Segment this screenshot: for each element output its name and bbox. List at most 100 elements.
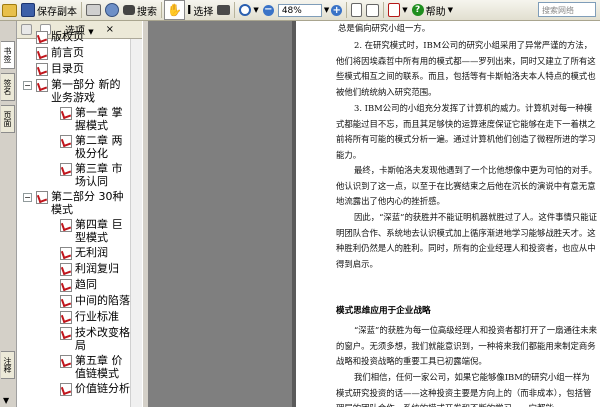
bookmark-label: 第五章 价值链模式 xyxy=(75,354,123,380)
document-text: 总是偏向研究小组一方。 xyxy=(338,23,431,33)
chevron-down-icon: ▼ xyxy=(402,6,408,14)
bookmark-item[interactable]: 第一章 掌握模式 xyxy=(17,106,142,132)
help-icon: ? xyxy=(411,4,424,16)
web-search-input[interactable]: 搜索网络 xyxy=(538,2,596,17)
zoom-in-button[interactable]: + xyxy=(329,1,344,19)
select-tool-button[interactable]: I 选择 xyxy=(185,1,215,19)
bookmark-item[interactable]: 技术改变格局 xyxy=(17,326,142,352)
fit-width-button[interactable] xyxy=(364,1,381,19)
toolbar-divider xyxy=(81,2,82,18)
document-paragraph: “深蓝”的获胜为每一位高级经理人和投资者都打开了一扇通往未来的窗户。无须多想，我… xyxy=(336,325,598,367)
document-paragraph: 因此，“深蓝”的获胜并不能证明机器就胜过了人。这件事情只能证明团队合作、系统地去… xyxy=(336,212,598,269)
bookmark-icon xyxy=(36,63,48,76)
zoom-level-field[interactable]: 48% xyxy=(277,3,322,17)
create-pdf-button[interactable]: ▼ xyxy=(386,1,409,19)
toolbar-divider xyxy=(383,2,385,18)
bookmark-label: 第二章 两极分化 xyxy=(75,134,123,160)
bookmark-item[interactable]: 趋同 xyxy=(17,278,142,292)
tab-comments[interactable]: 注释 xyxy=(1,351,15,379)
pdf-document-icon xyxy=(388,3,401,17)
search-button[interactable]: 搜索 xyxy=(121,1,159,19)
bookmark-tree: 版权页前言页目录页 − 第一部分 新的业务游戏 第一章 掌握模式 第二章 两极分化 第三章… xyxy=(17,30,142,396)
bookmark-item[interactable]: 行业标准 xyxy=(17,310,142,324)
bookmark-item[interactable]: 无利润 xyxy=(17,246,142,260)
bookmark-icon xyxy=(60,163,72,176)
tab-bookmarks[interactable]: 书签 xyxy=(1,41,15,69)
hand-tool-button[interactable]: ✋ xyxy=(164,0,185,20)
print-button[interactable] xyxy=(84,1,103,19)
bookmark-label: 利润复归 xyxy=(75,262,119,275)
text-cursor-icon: I xyxy=(186,3,192,17)
bookmark-icon xyxy=(60,135,72,148)
bookmark-icon xyxy=(36,79,48,92)
bookmark-item[interactable]: − 第二部分 30种模式 xyxy=(17,190,142,216)
bookmark-icon xyxy=(60,311,72,324)
toolbar-divider xyxy=(234,2,236,18)
bookmark-label: 无利润 xyxy=(75,246,108,259)
zoom-out-button[interactable]: − xyxy=(261,1,276,19)
magnifier-icon xyxy=(239,4,252,16)
bookmark-item[interactable]: 第二章 两极分化 xyxy=(17,134,142,160)
bookmark-item[interactable]: 第三章 市场认同 xyxy=(17,162,142,188)
bookmark-label: 版权页 xyxy=(51,30,84,43)
bookmark-item[interactable]: 第五章 价值链模式 xyxy=(17,354,142,380)
tab-signatures[interactable]: 签名 xyxy=(1,73,15,101)
help-button[interactable]: ? 帮助 ▼ xyxy=(410,1,455,19)
plus-circle-icon: + xyxy=(331,4,343,16)
bookmark-icon xyxy=(60,263,72,276)
save-copy-button[interactable]: 保存副本 xyxy=(19,1,79,19)
page-icon xyxy=(351,3,363,17)
bookmark-item[interactable]: 目录页 xyxy=(17,62,142,76)
collapse-icon[interactable]: − xyxy=(23,193,32,202)
bookmark-item[interactable]: 中间的陷落 xyxy=(17,294,142,308)
collapse-icon[interactable]: − xyxy=(23,81,32,90)
bookmark-item[interactable]: 价值链分析 xyxy=(17,382,142,396)
bookmark-icon xyxy=(60,295,72,308)
zoom-tool-button[interactable]: ▼ xyxy=(237,1,260,19)
bookmark-label: 第一部分 新的业务游戏 xyxy=(51,78,121,104)
bookmark-icon xyxy=(36,191,48,204)
select-label: 选择 xyxy=(193,6,214,18)
bookmark-label: 行业标准 xyxy=(75,310,119,323)
document-paragraph: 2. 在研究模式时，IBM公司的研究小组采用了异常严谨的方法，他们将因埃森哲中所… xyxy=(336,40,596,97)
save-copy-label: 保存副本 xyxy=(37,6,77,18)
floppy-disk-icon xyxy=(21,3,35,17)
panel-scrollbar[interactable] xyxy=(130,39,142,407)
bookmark-icon xyxy=(60,107,72,120)
bookmarks-panel: 选项 ▼ × 版权页 前言页 目录页 − 第一部分 新的业务游戏 第一章 掌握模式 第二章 … xyxy=(17,21,143,407)
snapshot-button[interactable] xyxy=(215,1,232,19)
bookmark-label: 前言页 xyxy=(51,46,84,59)
bookmark-label: 第四章 巨型模式 xyxy=(75,218,123,244)
printer-icon xyxy=(86,4,101,16)
bookmark-item[interactable]: 利润复归 xyxy=(17,262,142,276)
bookmark-item[interactable]: 版权页 xyxy=(17,30,142,44)
document-paragraph: 最终，卡斯帕洛夫发现他遇到了一个比他想像中更为可怕的对手。他认识到了这一点，以至… xyxy=(336,165,597,207)
scroll-down-icon[interactable]: ▼ xyxy=(3,396,9,405)
bookmark-icon xyxy=(36,31,48,44)
email-button[interactable] xyxy=(103,1,121,19)
camera-icon xyxy=(217,5,231,15)
email-icon xyxy=(105,3,119,17)
navigation-tab-strip: 书签 签名 页面 注释 ▼ xyxy=(0,21,17,407)
bookmark-label: 第三章 市场认同 xyxy=(75,162,123,188)
bookmark-item[interactable]: − 第一部分 新的业务游戏 xyxy=(17,78,142,104)
search-label: 搜索 xyxy=(137,6,157,18)
binoculars-icon xyxy=(123,5,135,15)
section-heading: 模式思维应用于企业战略 xyxy=(336,306,431,316)
bookmark-icon xyxy=(36,47,48,60)
main-toolbar: 保存副本 搜索 ✋ I 选择 ▼ − 48% ▼ + ▼ ? 帮助 ▼ 搜索网络 xyxy=(0,0,600,21)
bookmark-label: 第二部分 30种模式 xyxy=(51,190,124,216)
chevron-down-icon: ▼ xyxy=(447,6,453,14)
bookmark-icon xyxy=(60,355,72,368)
folder-icon xyxy=(2,3,17,17)
help-label: 帮助 xyxy=(425,6,446,18)
bookmark-icon xyxy=(60,279,72,292)
document-paragraph: 3. IBM公司的小组充分发挥了计算机的威力。计算机对每一种模式都能过目不忘，而… xyxy=(336,103,596,160)
tab-pages[interactable]: 页面 xyxy=(1,105,15,133)
bookmark-item[interactable]: 前言页 xyxy=(17,46,142,60)
bookmark-item[interactable]: 第四章 巨型模式 xyxy=(17,218,142,244)
fit-page-button[interactable] xyxy=(349,1,364,19)
page-width-icon xyxy=(366,3,380,17)
bookmark-label: 第一章 掌握模式 xyxy=(75,106,123,132)
open-button[interactable] xyxy=(0,1,19,19)
